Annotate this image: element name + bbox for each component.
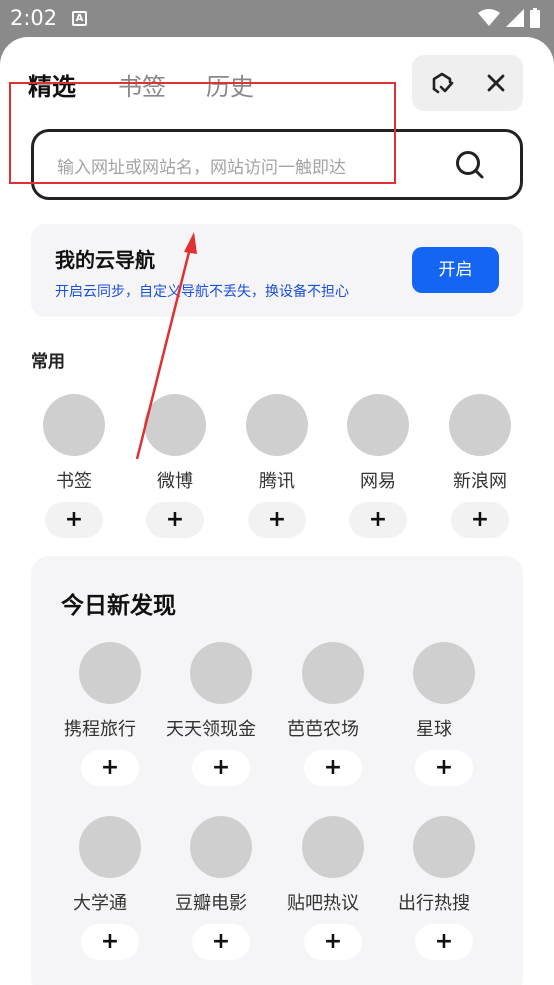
site-icon[interactable] <box>302 642 364 704</box>
status-bar: 2:02 A <box>0 0 554 38</box>
site-icon[interactable] <box>347 394 409 456</box>
discover-item-label: 豆瓣电影 <box>175 893 247 914</box>
common-item[interactable]: 书签 + <box>34 394 114 539</box>
common-item[interactable]: 新浪网 + <box>440 394 520 539</box>
discover-item[interactable]: 豆瓣电影 + <box>171 816 271 961</box>
add-button[interactable]: + <box>192 924 250 960</box>
common-item[interactable]: 腾讯 + <box>237 394 317 539</box>
refresh-icon[interactable] <box>428 69 456 97</box>
common-item-label: 新浪网 <box>453 471 507 492</box>
site-icon[interactable] <box>43 394 105 456</box>
add-button[interactable]: + <box>45 502 103 538</box>
add-button[interactable]: + <box>248 502 306 538</box>
common-heading: 常用 <box>31 352 65 372</box>
discover-item-label: 出行热搜 <box>398 893 470 914</box>
discover-item[interactable]: 贴吧热议 + <box>283 816 383 961</box>
common-item-label: 网易 <box>360 471 396 492</box>
sheet-actions <box>412 55 523 111</box>
discover-item-label: 大学通 <box>73 893 127 914</box>
add-button[interactable]: + <box>304 750 362 786</box>
add-button[interactable]: + <box>81 924 139 960</box>
add-button[interactable]: + <box>81 750 139 786</box>
common-item[interactable]: 网易 + <box>338 394 418 539</box>
discover-item[interactable]: 携程旅行 + <box>60 642 160 787</box>
wifi-icon <box>478 9 500 26</box>
common-item-label: 微博 <box>157 471 193 492</box>
cloud-nav-title: 我的云导航 <box>55 248 155 272</box>
add-button[interactable]: + <box>415 750 473 786</box>
battery-icon <box>530 8 540 28</box>
discover-title: 今日新发现 <box>61 593 176 619</box>
discover-item[interactable]: 出行热搜 + <box>394 816 494 961</box>
annotation-highlight-box <box>9 82 396 184</box>
add-button[interactable]: + <box>415 924 473 960</box>
site-icon[interactable] <box>79 816 141 878</box>
site-icon[interactable] <box>449 394 511 456</box>
add-button[interactable]: + <box>304 924 362 960</box>
status-time: 2:02 <box>10 6 58 30</box>
discover-item-label: 贴吧热议 <box>287 893 359 914</box>
discover-item-label: 芭芭农场 <box>287 719 359 740</box>
discover-item[interactable]: 天天领现金 + <box>166 642 271 787</box>
discover-item-label: 天天领现金 <box>166 719 256 740</box>
site-icon[interactable] <box>413 816 475 878</box>
cloud-nav-card: 我的云导航 开启云同步，自定义导航不丢失，换设备不担心 开启 <box>31 224 523 317</box>
notification-icon: A <box>72 11 87 26</box>
site-icon[interactable] <box>79 642 141 704</box>
common-item[interactable]: 微博 + <box>135 394 215 539</box>
discover-item[interactable]: 大学通 + <box>60 816 160 961</box>
status-icons <box>478 8 540 28</box>
site-icon[interactable] <box>190 816 252 878</box>
common-item-label: 腾讯 <box>259 471 295 492</box>
discover-item-label: 携程旅行 <box>64 719 136 740</box>
discover-item[interactable]: 星球 + <box>394 642 494 787</box>
site-icon[interactable] <box>190 642 252 704</box>
discover-card: 今日新发现 携程旅行 + 天天领现金 + 芭芭农场 + 星球 + 大学通 + 豆… <box>31 556 523 985</box>
site-icon[interactable] <box>246 394 308 456</box>
site-icon[interactable] <box>144 394 206 456</box>
cloud-nav-subtitle: 开启云同步，自定义导航不丢失，换设备不担心 <box>55 284 349 300</box>
close-icon[interactable] <box>482 69 510 97</box>
add-button[interactable]: + <box>349 502 407 538</box>
search-icon[interactable] <box>454 149 486 181</box>
site-icon[interactable] <box>302 816 364 878</box>
discover-item[interactable]: 芭芭农场 + <box>283 642 383 787</box>
enable-cloud-button[interactable]: 开启 <box>412 247 499 293</box>
add-button[interactable]: + <box>192 750 250 786</box>
signal-icon <box>506 9 524 27</box>
discover-item-label: 星球 <box>416 719 452 740</box>
add-button[interactable]: + <box>146 502 204 538</box>
site-icon[interactable] <box>413 642 475 704</box>
common-item-label: 书签 <box>56 471 92 492</box>
add-button[interactable]: + <box>451 502 509 538</box>
